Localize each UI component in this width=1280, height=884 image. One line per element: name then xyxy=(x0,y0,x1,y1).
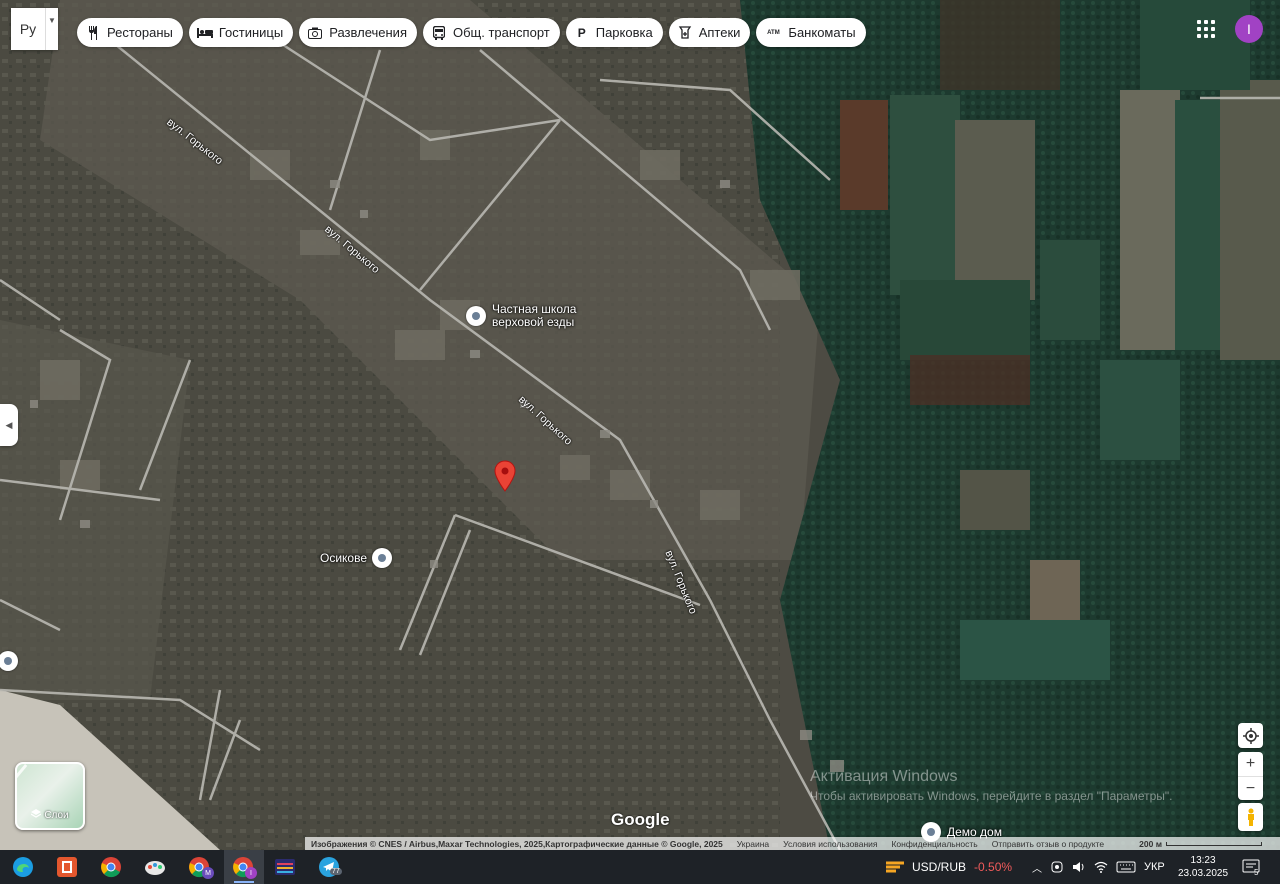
system-tray: ︿ УКР xyxy=(1032,850,1165,884)
chip-label: Рестораны xyxy=(107,25,173,40)
profile-badge: I xyxy=(245,867,257,879)
parking-icon: P xyxy=(577,25,586,40)
camera-icon xyxy=(307,25,323,41)
bus-icon xyxy=(431,25,447,41)
chip-label: Развлечения xyxy=(329,25,407,40)
windows-activation-watermark: Активация Windows Чтобы активировать Win… xyxy=(810,768,1173,803)
zoom-out-button[interactable]: − xyxy=(1238,776,1263,800)
account-avatar[interactable]: I xyxy=(1235,15,1263,43)
poi-marker-icon xyxy=(0,651,18,671)
office-app-icon[interactable] xyxy=(56,856,78,878)
chevron-down-icon[interactable]: ▼ xyxy=(45,8,58,50)
keyboard-layout[interactable]: УКР xyxy=(1144,861,1165,873)
chevron-left-icon: ◀ xyxy=(5,419,13,430)
category-chips: Рестораны Гостиницы Развлечения Общ. тра… xyxy=(77,18,866,47)
dropped-pin-icon[interactable] xyxy=(494,460,516,492)
keyboard-icon[interactable] xyxy=(1116,860,1136,874)
poi-marker-icon xyxy=(372,548,393,568)
currency-widget[interactable]: USD/RUB -0.50% xyxy=(884,850,1012,884)
scale-bar[interactable]: 200 м xyxy=(1139,839,1262,849)
restaurant-icon xyxy=(85,25,101,41)
clock-date: 23.03.2025 xyxy=(1178,868,1229,879)
watermark-line2: Чтобы активировать Windows, перейдите в … xyxy=(810,789,1173,803)
meet-now-icon[interactable] xyxy=(1050,860,1064,874)
edge-browser-icon[interactable] xyxy=(12,856,34,878)
telegram-button[interactable]: 77 xyxy=(316,850,346,884)
imagery-credit: Изображения © CNES / Airbus,Maxar Techno… xyxy=(311,838,723,849)
atm-icon: ATM xyxy=(767,29,780,36)
language-label: Ру xyxy=(19,21,37,37)
chrome-profile-m-button[interactable]: M xyxy=(186,850,222,884)
satellite-imagery xyxy=(0,0,1280,850)
currency-chart-icon xyxy=(886,861,904,873)
chrome-profile-i-button[interactable]: I xyxy=(224,850,264,884)
chip-label: Банкоматы xyxy=(788,25,856,40)
media-app-icon[interactable] xyxy=(274,856,296,878)
currency-pair: USD/RUB xyxy=(912,860,967,874)
chip-pharmacies[interactable]: Аптеки xyxy=(668,18,751,47)
google-apps-icon[interactable] xyxy=(1197,20,1215,38)
clock-time: 13:23 xyxy=(1190,855,1216,866)
chip-label: Аптеки xyxy=(698,25,741,40)
feedback-link[interactable]: Отправить отзыв о продукте xyxy=(992,839,1104,849)
language-selector[interactable]: Ру ▼ xyxy=(11,8,58,50)
chip-label: Парковка xyxy=(595,25,653,40)
pharmacy-icon xyxy=(677,25,693,41)
poi-name-line1: Частная школа xyxy=(492,302,577,316)
poi-riding-school[interactable]: Частная школа верховой езды xyxy=(466,303,576,329)
my-location-button[interactable] xyxy=(1238,723,1263,748)
paint-app-icon[interactable] xyxy=(144,856,166,878)
poi-name: Осикове xyxy=(320,550,368,565)
chevron-up-icon[interactable]: ︿ xyxy=(1032,860,1042,875)
layers-icon xyxy=(31,809,42,822)
region-link[interactable]: Украина xyxy=(737,839,769,849)
notification-count: 5 xyxy=(1254,867,1259,877)
profile-badge: M xyxy=(202,867,214,879)
side-panel-toggle[interactable]: ◀ xyxy=(0,404,18,446)
clock[interactable]: 13:23 23.03.2025 xyxy=(1178,850,1228,884)
map-attribution-bar: Изображения © CNES / Airbus,Maxar Techno… xyxy=(305,837,1280,850)
chip-entertainment[interactable]: Развлечения xyxy=(299,18,417,47)
terms-link[interactable]: Условия использования xyxy=(783,839,877,849)
hotel-icon xyxy=(196,25,213,41)
poi-osykove[interactable]: Осикове xyxy=(320,548,393,568)
scale-line xyxy=(1166,841,1262,846)
watermark-line1: Активация Windows xyxy=(810,768,958,785)
currency-change: -0.50% xyxy=(974,860,1013,874)
chip-atms[interactable]: ATM Банкоматы xyxy=(756,18,866,47)
chip-hotels[interactable]: Гостиницы xyxy=(188,18,294,47)
location-target-icon xyxy=(1242,727,1259,744)
zoom-in-button[interactable]: + xyxy=(1246,752,1255,776)
google-logo: Google xyxy=(611,810,670,829)
street-view-pegman-icon[interactable] xyxy=(1238,803,1263,831)
privacy-link[interactable]: Конфиденциальность xyxy=(891,839,977,849)
layers-button[interactable]: Слои xyxy=(15,762,85,830)
chip-transit[interactable]: Общ. транспорт xyxy=(422,18,560,47)
chip-parking[interactable]: P Парковка xyxy=(565,18,663,47)
satellite-map[interactable]: вул. Горького вул. Горького вул. Горьког… xyxy=(0,0,1280,850)
notifications-button[interactable]: 5 xyxy=(1242,850,1260,884)
chip-label: Общ. транспорт xyxy=(452,25,550,40)
scale-label: 200 м xyxy=(1139,838,1162,849)
layers-label: Слои xyxy=(44,810,69,821)
telegram-unread-badge: 77 xyxy=(330,868,342,875)
poi-name-line2: верховой езды xyxy=(492,315,575,329)
zoom-controls: + − xyxy=(1238,752,1263,800)
wifi-icon[interactable] xyxy=(1094,860,1108,874)
chip-label: Гостиницы xyxy=(218,25,284,40)
poi-marker-partial[interactable] xyxy=(0,651,18,671)
chrome-icon[interactable] xyxy=(100,856,122,878)
poi-marker-icon xyxy=(466,306,486,326)
volume-icon[interactable] xyxy=(1072,860,1086,874)
chip-restaurants[interactable]: Рестораны xyxy=(77,18,183,47)
